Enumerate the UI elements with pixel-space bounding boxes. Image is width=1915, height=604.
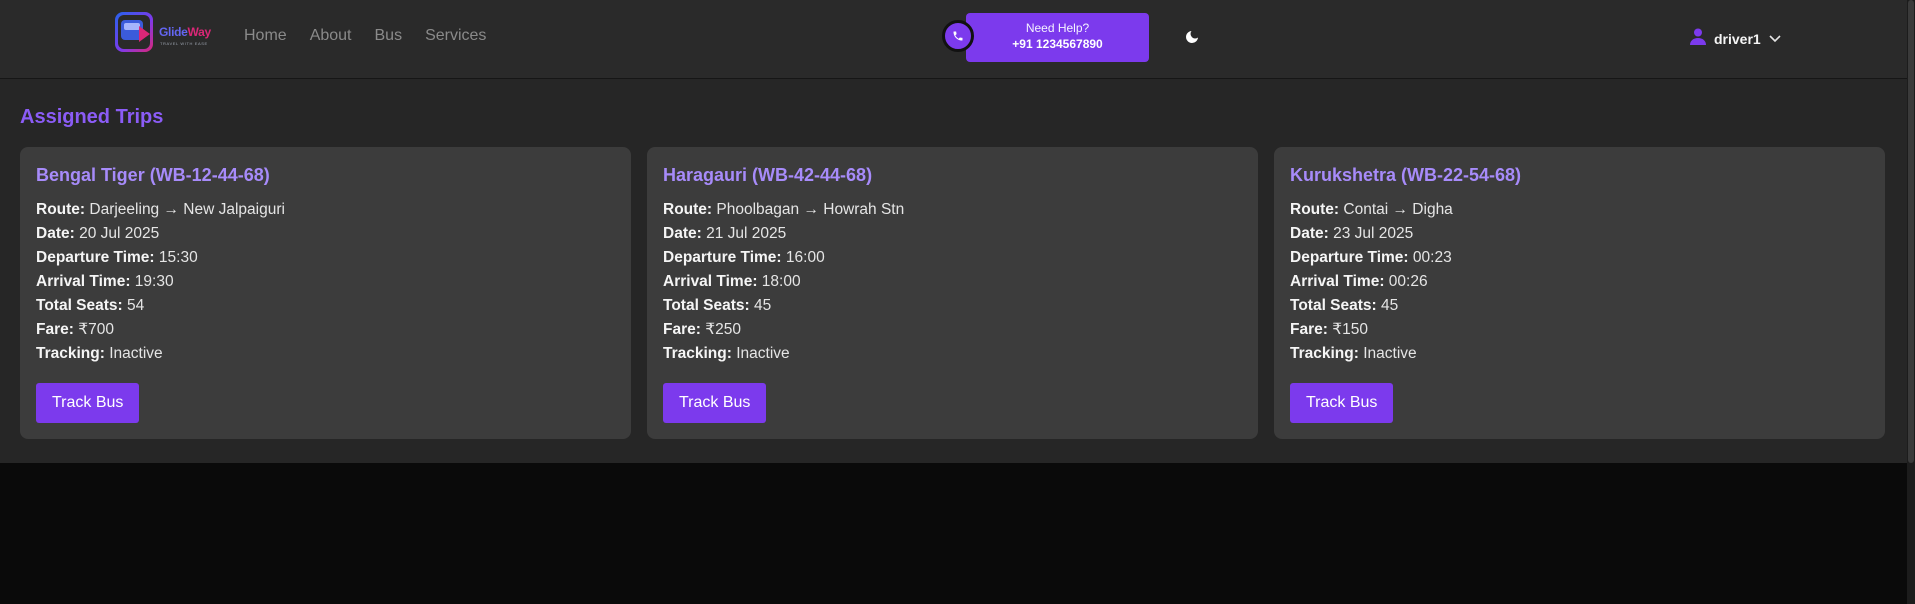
trip-fare: Fare: ₹150 <box>1290 318 1869 342</box>
bus-logo-icon <box>115 12 153 52</box>
seats-label: Total Seats: <box>36 297 123 314</box>
route-value: Contai → Digha <box>1343 201 1453 218</box>
trip-fare: Fare: ₹700 <box>36 318 615 342</box>
departure-value: 15:30 <box>158 249 198 266</box>
date-value: 21 Jul 2025 <box>706 225 787 242</box>
departure-label: Departure Time: <box>36 249 155 266</box>
arrival-label: Arrival Time: <box>663 273 758 290</box>
fare-label: Fare: <box>1290 321 1328 338</box>
track-bus-button[interactable]: Track Bus <box>36 383 140 423</box>
fare-value: ₹700 <box>78 321 114 338</box>
trip-title: Bengal Tiger (WB-12-44-68) <box>36 165 270 185</box>
fare-value: ₹150 <box>1332 321 1368 338</box>
help-phone: +91 1234567890 <box>1012 37 1103 51</box>
page-scrollbar[interactable] <box>1907 0 1915 604</box>
trip-date: Date: 20 Jul 2025 <box>36 222 615 246</box>
nav-services[interactable]: Services <box>425 27 486 45</box>
trip-arrival: Arrival Time: 00:26 <box>1290 270 1869 294</box>
arrival-value: 18:00 <box>761 273 801 290</box>
tracking-label: Tracking: <box>663 345 732 362</box>
seats-label: Total Seats: <box>663 297 750 314</box>
brand-logo[interactable]: GlideWay TRAVEL WITH EASE <box>115 12 215 54</box>
departure-label: Departure Time: <box>663 249 782 266</box>
trip-card: Haragauri (WB-42-44-68) Route: Phoolbaga… <box>647 147 1258 439</box>
trip-seats: Total Seats: 54 <box>36 294 615 318</box>
route-label: Route: <box>663 201 713 218</box>
trip-card: Kurukshetra (WB-22-54-68) Route: Contai … <box>1274 147 1885 439</box>
arrival-value: 00:26 <box>1388 273 1428 290</box>
nav-bus[interactable]: Bus <box>375 27 403 45</box>
trip-departure: Departure Time: 00:23 <box>1290 246 1869 270</box>
date-label: Date: <box>36 225 75 242</box>
route-label: Route: <box>36 201 86 218</box>
departure-value: 00:23 <box>1412 249 1452 266</box>
trip-title: Kurukshetra (WB-22-54-68) <box>1290 165 1522 185</box>
departure-label: Departure Time: <box>1290 249 1409 266</box>
trip-seats: Total Seats: 45 <box>663 294 1242 318</box>
brand-name-part1: Glide <box>159 25 188 39</box>
trip-tracking: Tracking: Inactive <box>1290 342 1869 366</box>
tracking-value: Inactive <box>109 345 163 362</box>
phone-icon <box>942 20 974 52</box>
route-value: Phoolbagan → Howrah Stn <box>716 201 905 218</box>
user-menu[interactable]: driver1 <box>1690 28 1781 50</box>
arrival-label: Arrival Time: <box>1290 273 1385 290</box>
route-value: Darjeeling → New Jalpaiguri <box>89 201 285 218</box>
trip-route: Route: Contai → Digha <box>1290 198 1869 222</box>
fare-label: Fare: <box>36 321 74 338</box>
seats-value: 54 <box>127 297 145 314</box>
seats-value: 45 <box>754 297 772 314</box>
trip-seats: Total Seats: 45 <box>1290 294 1869 318</box>
trip-title: Haragauri (WB-42-44-68) <box>663 165 873 185</box>
fare-value: ₹250 <box>705 321 741 338</box>
top-navbar: GlideWay TRAVEL WITH EASE Home About Bus… <box>0 0 1907 79</box>
tracking-value: Inactive <box>1363 345 1417 362</box>
page-title: Assigned Trips <box>20 106 164 128</box>
main-nav: Home About Bus Services <box>244 27 486 45</box>
trip-departure: Departure Time: 15:30 <box>36 246 615 270</box>
route-label: Route: <box>1290 201 1340 218</box>
help-title: Need Help? <box>1025 21 1090 35</box>
trip-departure: Departure Time: 16:00 <box>663 246 1242 270</box>
trip-tracking: Tracking: Inactive <box>36 342 615 366</box>
moon-icon[interactable] <box>1184 29 1200 45</box>
trip-route: Route: Darjeeling → New Jalpaiguri <box>36 198 615 222</box>
brand-tagline: TRAVEL WITH EASE <box>160 41 208 46</box>
departure-value: 16:00 <box>785 249 825 266</box>
trip-arrival: Arrival Time: 19:30 <box>36 270 615 294</box>
date-value: 23 Jul 2025 <box>1333 225 1414 242</box>
brand-name: GlideWay <box>159 25 211 39</box>
track-bus-button[interactable]: Track Bus <box>1290 383 1394 423</box>
seats-value: 45 <box>1381 297 1399 314</box>
arrival-label: Arrival Time: <box>36 273 131 290</box>
chevron-down-icon <box>1769 30 1781 48</box>
date-label: Date: <box>1290 225 1329 242</box>
arrival-value: 19:30 <box>134 273 174 290</box>
trip-date: Date: 21 Jul 2025 <box>663 222 1242 246</box>
date-label: Date: <box>663 225 702 242</box>
tracking-label: Tracking: <box>1290 345 1359 362</box>
track-bus-button[interactable]: Track Bus <box>663 383 767 423</box>
seats-label: Total Seats: <box>1290 297 1377 314</box>
scrollbar-thumb[interactable] <box>1908 0 1914 463</box>
nav-about[interactable]: About <box>310 27 352 45</box>
date-value: 20 Jul 2025 <box>79 225 160 242</box>
fare-label: Fare: <box>663 321 701 338</box>
trip-route: Route: Phoolbagan → Howrah Stn <box>663 198 1242 222</box>
username: driver1 <box>1714 31 1761 47</box>
trip-tracking: Tracking: Inactive <box>663 342 1242 366</box>
tracking-label: Tracking: <box>36 345 105 362</box>
nav-home[interactable]: Home <box>244 27 287 45</box>
help-box[interactable]: Need Help? +91 1234567890 <box>966 13 1149 62</box>
page: GlideWay TRAVEL WITH EASE Home About Bus… <box>0 0 1907 463</box>
tracking-value: Inactive <box>736 345 790 362</box>
trip-date: Date: 23 Jul 2025 <box>1290 222 1869 246</box>
trip-fare: Fare: ₹250 <box>663 318 1242 342</box>
user-icon <box>1690 28 1706 50</box>
trip-card: Bengal Tiger (WB-12-44-68) Route: Darjee… <box>20 147 631 439</box>
trip-arrival: Arrival Time: 18:00 <box>663 270 1242 294</box>
brand-name-part2: Way <box>187 25 212 39</box>
